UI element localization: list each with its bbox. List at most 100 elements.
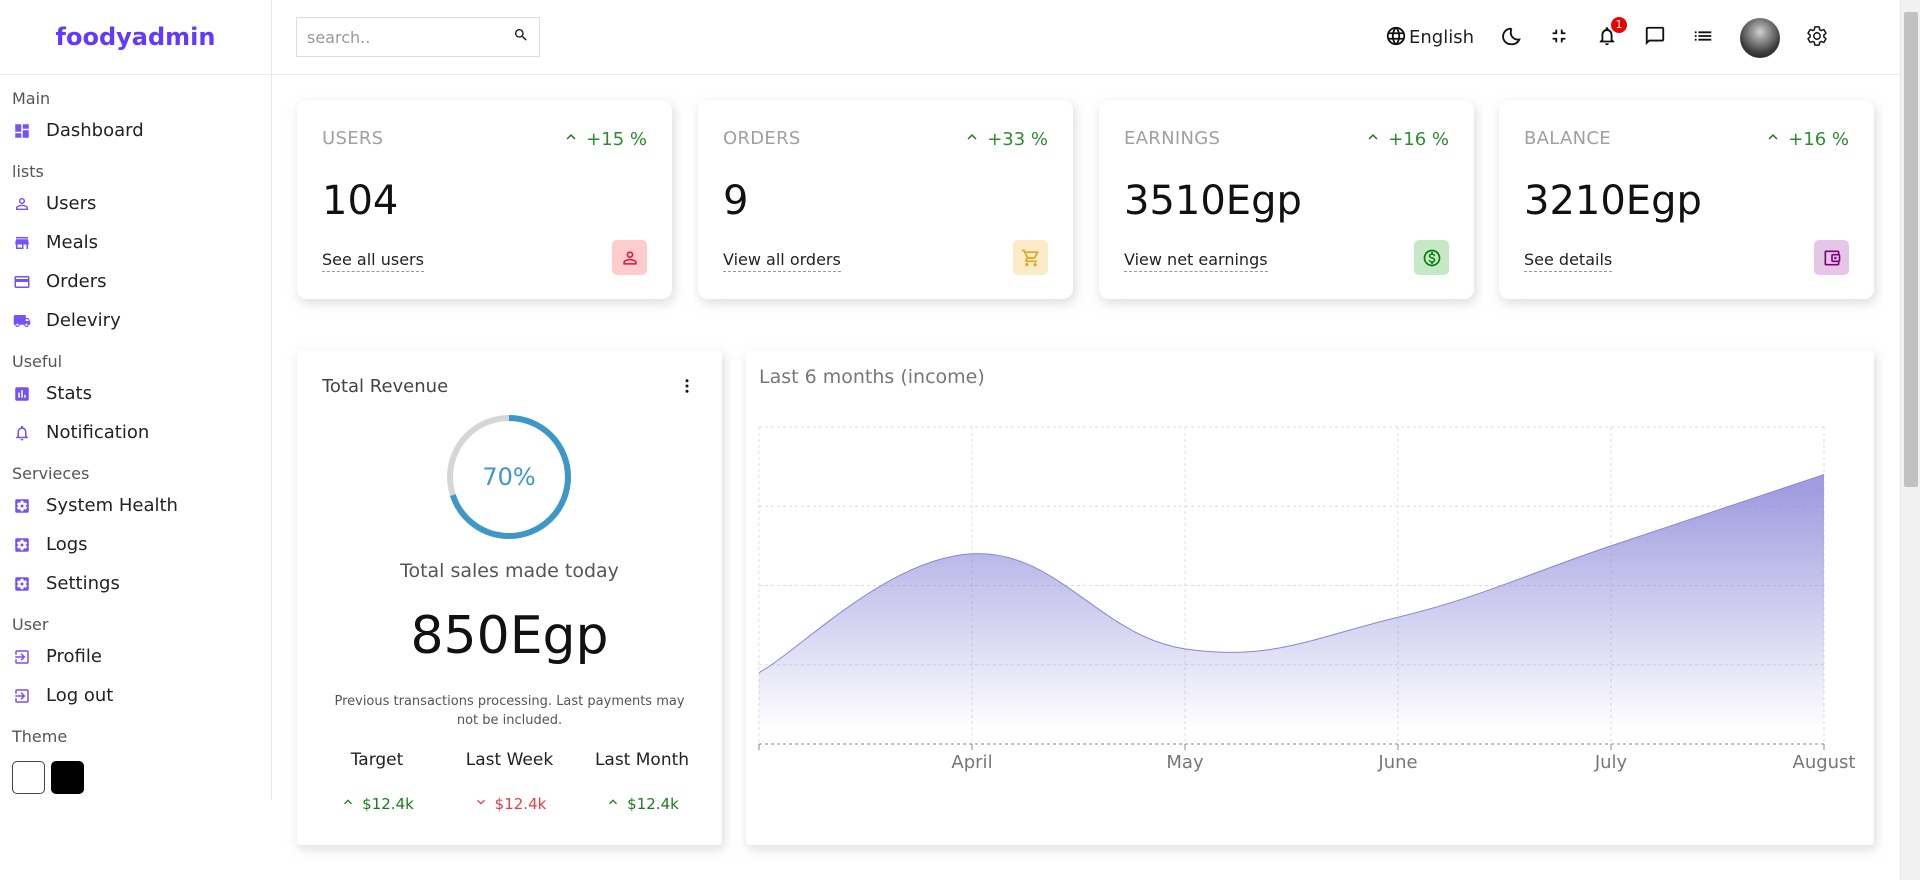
- widget-title: BALANCE: [1524, 128, 1611, 149]
- sidebar-item-deleviry[interactable]: Deleviry: [12, 301, 271, 340]
- messages-button[interactable]: [1644, 25, 1666, 51]
- search-icon[interactable]: [513, 27, 529, 47]
- summary-item-amount: $12.4k: [362, 795, 414, 813]
- widget-orders: ORDERS +33 % 9 View all orders: [698, 100, 1073, 299]
- more-vert-icon[interactable]: [678, 377, 696, 395]
- widget-balance: BALANCE +16 % 3210Egp See details: [1499, 100, 1874, 299]
- sidebar-item-label: Logs: [46, 534, 88, 555]
- widget-value: 104: [322, 178, 399, 224]
- featured-summary: Target $12.4k Last Week $12.4k Last Month $12…: [322, 750, 697, 814]
- sidebar-item-users[interactable]: Users: [12, 184, 271, 223]
- sidebar: foodyadmin Main Dashboard lists Users Meals O…: [0, 0, 272, 800]
- summary-item: Target $12.4k: [322, 750, 432, 814]
- chevron-up-icon: [1764, 128, 1788, 151]
- sidebar-item-system-health[interactable]: System Health: [12, 486, 271, 525]
- featured-subtitle: Total sales made today: [400, 560, 619, 582]
- widget-value: 3210Egp: [1524, 178, 1702, 224]
- list-button[interactable]: [1692, 25, 1714, 51]
- sidebar-section-title: lists: [12, 162, 44, 181]
- person-icon[interactable]: [612, 240, 647, 275]
- widget-link[interactable]: See all users: [322, 250, 424, 272]
- widget-link[interactable]: View net earnings: [1124, 250, 1268, 272]
- settings-button[interactable]: [1806, 25, 1828, 51]
- sidebar-section-title: Useful: [12, 352, 63, 371]
- chevron-down-icon: [473, 794, 495, 814]
- login-icon: [12, 647, 32, 667]
- summary-item-result: $12.4k: [473, 794, 546, 814]
- widget-percentage: +16 %: [1364, 128, 1449, 151]
- moon-icon: [1500, 25, 1522, 51]
- sidebar-item-profile[interactable]: Profile: [12, 637, 271, 676]
- sidebar-item-label: Dashboard: [46, 120, 144, 141]
- featured-description: Previous transactions processing. Last p…: [334, 694, 685, 728]
- summary-item-result: $12.4k: [605, 794, 679, 814]
- sidebar-item-logs[interactable]: Logs: [12, 525, 271, 564]
- widget-percentage: +33 %: [963, 128, 1048, 151]
- fullscreen-exit-icon: [1548, 25, 1570, 51]
- chart-x-tick-label: April: [951, 752, 992, 773]
- chart-x-tick-label: June: [1377, 752, 1417, 773]
- notifications-button[interactable]: 1: [1596, 16, 1627, 51]
- sidebar-section-title: User: [12, 615, 49, 634]
- dark-mode-toggle[interactable]: [1500, 25, 1522, 51]
- summary-item-title: Last Week: [465, 750, 554, 770]
- sidebar-item-label: Notification: [46, 422, 150, 443]
- logo-area: foodyadmin: [0, 0, 271, 75]
- store-icon: [12, 233, 32, 253]
- sidebar-item-stats[interactable]: Stats: [12, 374, 271, 413]
- credit-card-icon: [12, 272, 32, 292]
- dark-theme-swatch[interactable]: [51, 761, 84, 794]
- theme-swatches: [12, 761, 271, 794]
- list-icon: [1692, 25, 1714, 51]
- scroll-thumb[interactable]: [1904, 12, 1918, 487]
- widget-link[interactable]: See details: [1524, 250, 1613, 272]
- sidebar-nav: Main Dashboard lists Users Meals Orders Delevi…: [0, 75, 271, 794]
- avatar-button[interactable]: [1740, 17, 1780, 58]
- widget-link[interactable]: View all orders: [723, 250, 841, 272]
- sidebar-item-dashboard[interactable]: Dashboard: [12, 111, 271, 150]
- widget-percentage-value: +16 %: [1388, 129, 1449, 150]
- widget-title: ORDERS: [723, 128, 801, 149]
- sidebar-item-settings[interactable]: Settings: [12, 564, 271, 603]
- widget-value: 9: [723, 178, 749, 224]
- language-label: English: [1409, 27, 1474, 48]
- sidebar-item-log-out[interactable]: Log out: [12, 676, 271, 715]
- notification-badge: 1: [1611, 16, 1627, 33]
- summary-item-title: Target: [350, 750, 404, 770]
- featured-amount: 850Egp: [410, 606, 609, 666]
- page-scrollbar[interactable]: [1900, 0, 1920, 880]
- language-selector[interactable]: English: [1385, 25, 1474, 51]
- topbar-items: English 1: [1359, 0, 1828, 75]
- sidebar-section-title: Servieces: [12, 464, 90, 483]
- money-icon[interactable]: [1414, 240, 1449, 275]
- login-icon: [12, 686, 32, 706]
- dashboard-icon: [12, 121, 32, 141]
- logo[interactable]: foodyadmin: [56, 23, 216, 51]
- fullscreen-exit-button[interactable]: [1548, 25, 1570, 51]
- wallet-icon[interactable]: [1814, 240, 1849, 275]
- sidebar-item-orders[interactable]: Orders: [12, 262, 271, 301]
- sidebar-item-label: Users: [46, 193, 97, 214]
- widget-earnings: EARNINGS +16 % 3510Egp View net earnings: [1099, 100, 1474, 299]
- search-input[interactable]: [307, 27, 513, 47]
- sidebar-item-notification[interactable]: Notification: [12, 413, 271, 452]
- chevron-up-icon: [340, 794, 362, 814]
- progress-label: 70%: [482, 463, 536, 491]
- sidebar-section-title: Theme: [12, 727, 68, 746]
- sidebar-item-label: System Health: [46, 495, 178, 516]
- widget-value: 3510Egp: [1124, 178, 1302, 224]
- summary-item: Last Month $12.4k: [587, 750, 697, 814]
- gear-icon: [12, 496, 32, 516]
- widget-title: USERS: [322, 128, 384, 149]
- sidebar-item-meals[interactable]: Meals: [12, 223, 271, 262]
- bar-chart-icon: [12, 384, 32, 404]
- income-chart: April May June July August: [758, 426, 1856, 773]
- cart-icon[interactable]: [1013, 240, 1048, 275]
- chart-area-fill: [759, 474, 1824, 744]
- sidebar-item-label: Settings: [46, 573, 120, 594]
- chart-x-tick-label: July: [1594, 752, 1628, 773]
- chevron-up-icon: [605, 794, 627, 814]
- light-theme-swatch[interactable]: [12, 761, 45, 794]
- sidebar-item-label: Meals: [46, 232, 99, 253]
- income-chart-card: Last 6 months (income) April May June July A…: [746, 350, 1874, 845]
